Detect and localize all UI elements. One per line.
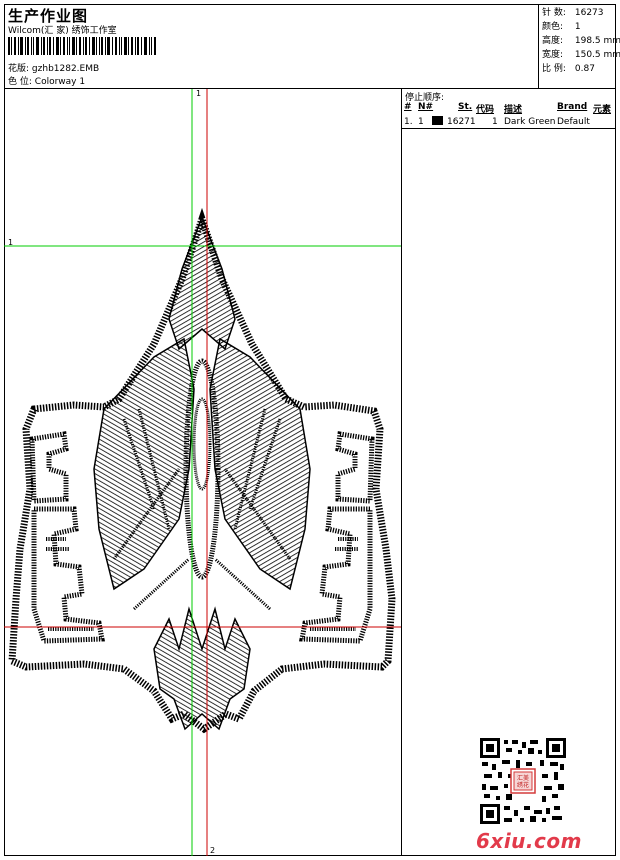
barcode [8,37,156,55]
qr-code: 汇美绣花 [480,738,566,824]
col-header-brand: Brand [557,102,588,112]
qr-stamp-text: 汇美绣花 [517,774,529,789]
design-file-value: gzhb1282.EMB [31,64,100,74]
right-wing-fill [209,337,311,591]
col-header-needle: N# [418,102,434,112]
row-code: 1 [492,117,498,127]
stats-block: 针 数: 16273 颜色: 1 高度: 198.5 mm 宽度: 150.5 … [542,6,620,76]
row-brand: Default [557,117,590,127]
right-panel-lower [299,506,373,644]
row-index: 1. [404,117,413,127]
right-inner-bars [310,537,358,631]
col-header-index: # [404,102,412,112]
header-stats-divider [538,4,539,88]
row-stitches: 16271 [447,117,476,127]
top-spire [168,214,236,351]
left-inner-bars [46,537,94,631]
row-description: Dark Green [504,117,556,127]
sequence-panel-divider [401,88,402,856]
guide-label-v1: 1 [196,89,202,98]
embroidery-design-preview [4,89,401,856]
col-header-description: 描述 [504,105,523,115]
guide-label-v2: 2 [210,846,216,855]
color-swatch [432,116,443,125]
col-header-element: 元素 [593,105,612,115]
stat-width: 宽度: 150.5 mm [542,50,620,60]
site-watermark: 6xiu.com [476,829,582,853]
stat-height: 高度: 198.5 mm [542,36,620,46]
design-file-line: 花版: gzhb1282.EMB [8,61,99,74]
right-panel-upper [335,431,375,504]
stat-scale: 比 例: 0.87 [542,64,595,74]
sequence-table-bottom-rule [402,128,616,129]
company-name: Wilcom(汇 家) 绣饰工作室 [8,26,117,36]
stat-stitch-count: 针 数: 16273 [542,8,604,18]
col-header-stitches: St. [458,102,473,112]
colorway-value: Colorway 1 [34,77,86,87]
colorway-label: 色 位: [8,77,32,87]
row-needle: 1 [418,117,424,127]
design-file-label: 花版: [8,64,30,74]
left-panel-lower [31,506,105,644]
col-header-code: 代码 [476,105,495,115]
stat-colors: 颜色: 1 [542,22,581,32]
guide-label-h1: 1 [8,238,14,247]
left-panel-upper [29,431,69,504]
colorway-line: 色 位: Colorway 1 [8,74,85,87]
inner-oval [192,397,212,491]
left-wing-fill [93,337,195,591]
